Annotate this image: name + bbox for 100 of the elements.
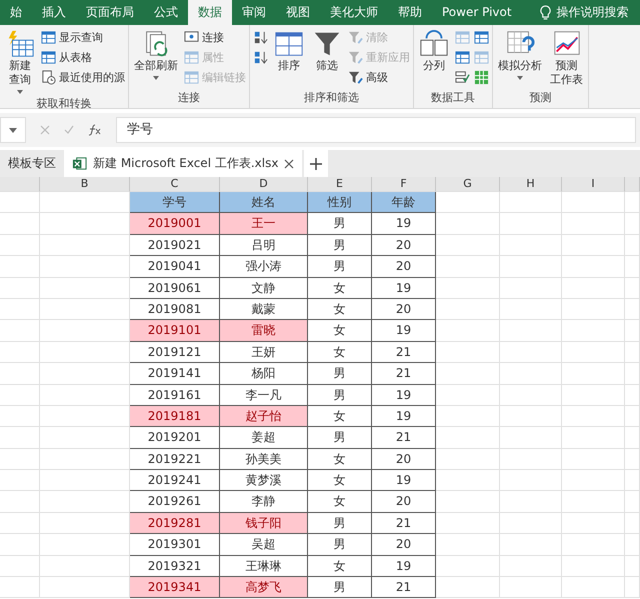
empty-cell [0, 406, 40, 428]
table-cell: 男 [308, 363, 372, 385]
empty-cell [436, 213, 500, 235]
table-cell: 姜超 [220, 427, 308, 449]
table-header-cell: 年龄 [372, 192, 436, 214]
table-cell: 杨阳 [220, 363, 308, 385]
column-header[interactable]: H [500, 177, 562, 192]
column-header[interactable]: B [40, 177, 130, 192]
enter-check-icon[interactable] [64, 125, 74, 135]
blocks-icon [474, 30, 489, 45]
ribbon-tab[interactable]: 始 [0, 0, 32, 25]
ribbon-button[interactable]: 排序 [272, 27, 306, 90]
empty-cell [500, 384, 562, 406]
empty-cell [0, 556, 40, 578]
empty-cell [562, 298, 625, 320]
empty-cell [625, 512, 640, 534]
empty-cell [500, 320, 562, 342]
empty-cell [562, 577, 625, 598]
empty-cell [436, 534, 500, 556]
ribbon-tab[interactable]: 页面布局 [76, 0, 144, 25]
table-cell: 2019181 [130, 406, 220, 428]
table-cell: 男 [308, 234, 372, 256]
ribbon-button[interactable]: 模拟分析 [496, 27, 544, 90]
table-header-cell: 性别 [308, 192, 372, 214]
table-cell: 2019041 [130, 256, 220, 278]
ribbon-tab[interactable]: 审阅 [232, 0, 276, 25]
empty-cell [562, 512, 625, 534]
workbook-tab[interactable]: 模板专区 [0, 150, 64, 177]
table-cell: 女 [308, 298, 372, 320]
empty-cell [562, 556, 625, 578]
ribbon-button[interactable] [455, 49, 470, 66]
ribbon-button[interactable]: 高级 [348, 69, 410, 86]
column-header[interactable]: I [562, 177, 625, 192]
table-cell: 2019121 [130, 342, 220, 364]
group-label: 获取和转换 [36, 96, 92, 112]
empty-cell [500, 256, 562, 278]
table-cell: 钱子阳 [220, 512, 308, 534]
close-icon[interactable] [284, 158, 294, 168]
ribbon-button[interactable]: 筛选 [310, 27, 344, 90]
table-cell: 女 [308, 278, 372, 299]
empty-cell [562, 363, 625, 385]
empty-cell [500, 556, 562, 578]
ribbon-button[interactable]: 分列 [417, 27, 451, 90]
table-cell: 女 [308, 448, 372, 470]
empty-cell [500, 406, 562, 428]
ribbon-tab[interactable]: 公式 [144, 0, 188, 25]
empty-cell [625, 577, 640, 598]
ribbon-button[interactable]: 最近使用的源 [41, 69, 125, 86]
ribbon-button[interactable]: 从表格 [41, 49, 125, 66]
empty-cell [500, 234, 562, 256]
empty-cell [625, 384, 640, 406]
ribbon-button[interactable]: 连接 [184, 29, 246, 46]
empty-cell [562, 320, 625, 342]
workbook-tab[interactable]: 新建 Microsoft Excel 工作表.xlsx [64, 150, 302, 177]
ribbon-button[interactable]: 预测 工作表 [548, 27, 585, 90]
formula-input[interactable]: 学号 [116, 117, 636, 143]
tell-me-search[interactable]: 操作说明搜索 [556, 4, 629, 21]
empty-cell [562, 384, 625, 406]
name-box[interactable] [0, 117, 26, 143]
table-cell: 19 [372, 406, 436, 428]
table-cell: 2019221 [130, 448, 220, 470]
ribbon-tab[interactable]: Power Pivot [432, 0, 522, 25]
ribbon-tab[interactable]: 数据 [188, 0, 232, 25]
table-cell: 男 [308, 534, 372, 556]
table-cell: 黄梦溪 [220, 470, 308, 492]
ribbon-tab[interactable]: 视图 [276, 0, 320, 25]
empty-cell [625, 556, 640, 578]
empty-cell [625, 491, 640, 513]
empty-cell [436, 512, 500, 534]
ribbon-tab[interactable]: 插入 [32, 0, 76, 25]
table-cell: 19 [372, 278, 436, 299]
ribbon-button[interactable]: 显示查询 [41, 29, 125, 46]
function-icon[interactable] [88, 124, 102, 136]
ribbon-tab[interactable]: 美化大师 [320, 0, 388, 25]
table-cell: 20 [372, 491, 436, 513]
ribbon-button[interactable]: 新建 查询 [3, 27, 37, 96]
table-cell: 女 [308, 320, 372, 342]
empty-cell [562, 491, 625, 513]
table-header-cell: 学号 [130, 192, 220, 214]
empty-cell [0, 534, 40, 556]
lightbulb-icon[interactable] [540, 5, 551, 20]
ribbon-button[interactable] [253, 49, 268, 66]
empty-cell [0, 512, 40, 534]
table-cell: 19 [372, 320, 436, 342]
table-cell: 20 [372, 234, 436, 256]
ribbon-button[interactable] [253, 29, 268, 46]
ribbon-button[interactable]: 全部刷新 [132, 27, 180, 90]
empty-cell [562, 448, 625, 470]
empty-cell [436, 298, 500, 320]
new-tab-button[interactable] [304, 150, 328, 177]
check-icon [455, 70, 470, 85]
table-icon [41, 30, 56, 45]
ribbon-tab[interactable]: 帮助 [388, 0, 432, 25]
empty-cell [0, 298, 40, 320]
column-header[interactable]: G [436, 177, 500, 192]
table-cell: 19 [372, 470, 436, 492]
empty-cell [625, 448, 640, 470]
ribbon-button[interactable] [474, 29, 489, 46]
empty-cell [436, 384, 500, 406]
table-cell: 王一 [220, 213, 308, 235]
